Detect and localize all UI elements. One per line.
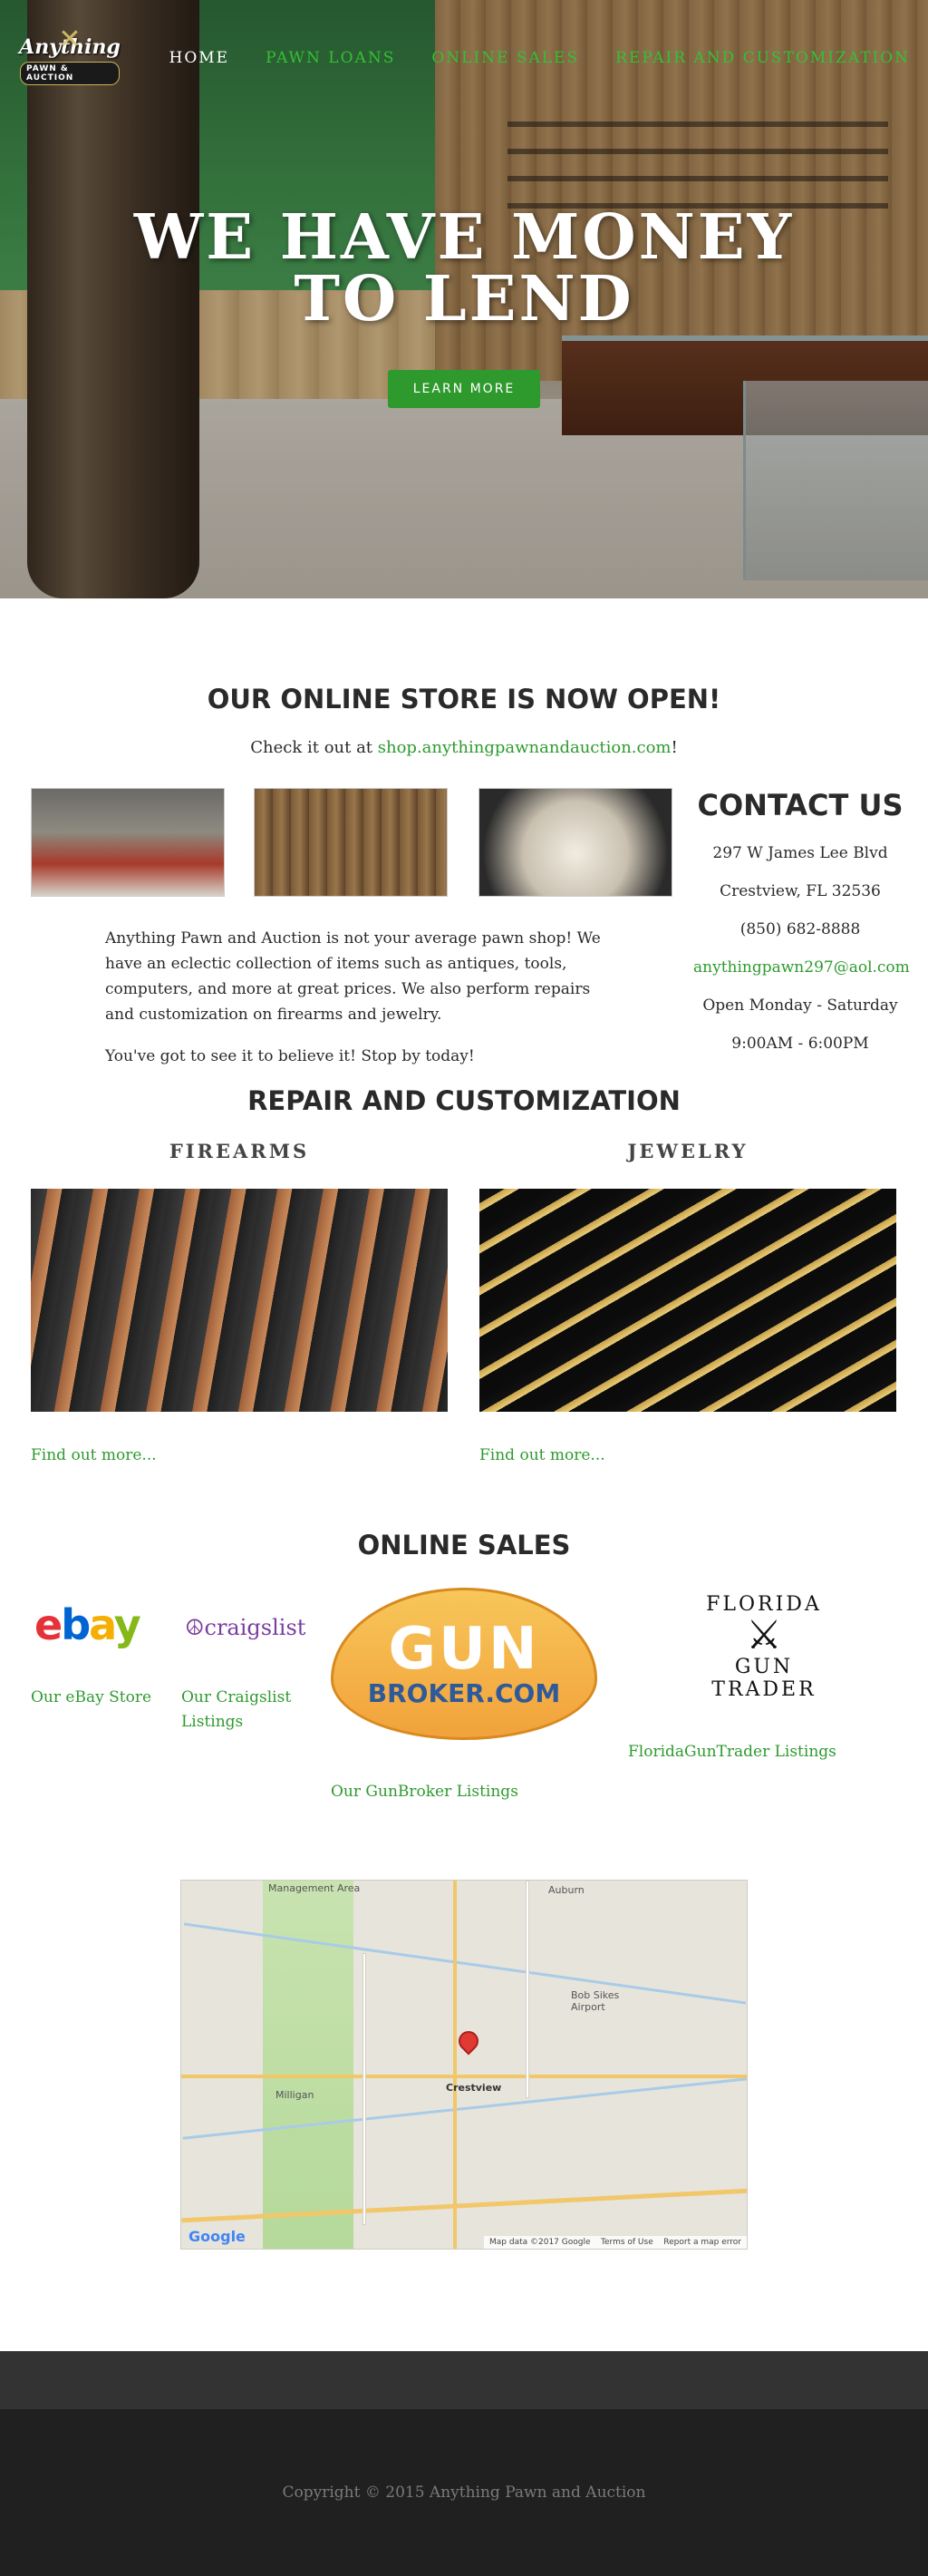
florida-gun-trader-logo[interactable]: FLORIDA ⚔ GUN TRADER (660, 1593, 868, 1701)
crossed-guns-icon: ✕ (58, 24, 82, 55)
contact-email-link[interactable]: anythingpawn297@aol.com (693, 958, 910, 977)
ebay-logo[interactable]: ebay (34, 1600, 141, 1649)
about-section: Anything Pawn and Auction is not your av… (0, 788, 928, 1078)
repair-columns: FIREARMS JEWELRY Find out more... Find o… (0, 1140, 928, 1530)
gunbroker-logo[interactable]: GUN BROKER.COM (331, 1588, 597, 1740)
online-sales-section: ONLINE SALES ebay ☮craigslist GUN BROKER… (0, 1530, 928, 1880)
fl-logo-bottom: TRADER (711, 1678, 817, 1701)
hero-title: WE HAVE MONEY TO LEND (133, 201, 795, 335)
gunbroker-logo-text: GUN (388, 1615, 540, 1683)
craigslist-link[interactable]: Our Craigslist Listings (181, 1686, 317, 1735)
jewelry-image (479, 1189, 896, 1412)
repair-section: REPAIR AND CUSTOMIZATION FIREARMS JEWELR… (0, 1085, 928, 1530)
intro-text: Anything Pawn and Auction is not your av… (105, 926, 604, 1069)
craigslist-logo-text: craigslist (204, 1615, 306, 1640)
contact-address-line1: 297 W James Lee Blvd (712, 844, 888, 862)
hero-banner: ✕ Anything PAWN & AUCTION HOME PAWN LOAN… (0, 0, 928, 598)
hero-content: WE HAVE MONEY TO LEND LEARN MORE (0, 207, 928, 408)
online-store-subtitle: Check it out at shop.anythingpawnandauct… (0, 738, 928, 757)
online-store-prefix: Check it out at (250, 738, 378, 757)
google-logo: Google (188, 2228, 246, 2245)
online-sales-row: ebay ☮craigslist GUN BROKER.COM FLORIDA … (0, 1588, 928, 1880)
contact-hours: 9:00AM - 6:00PM (731, 1035, 869, 1053)
learn-more-button[interactable]: LEARN MORE (387, 370, 541, 408)
logo-subtext: PAWN & AUCTION (20, 61, 120, 85)
map-terms-link[interactable]: Terms of Use (601, 2238, 653, 2247)
site-logo[interactable]: ✕ Anything PAWN & AUCTION (19, 18, 121, 102)
main-nav: HOME PAWN LOANS ONLINE SALES REPAIR AND … (169, 49, 911, 67)
map-label-crestview: Crestview (446, 2082, 502, 2094)
map-label-airport: Bob Sikes Airport (571, 1989, 620, 2013)
firearms-find-out-more-link[interactable]: Find out more... (31, 1446, 157, 1464)
craigslist-logo[interactable]: ☮craigslist (185, 1615, 305, 1640)
nav-item-home[interactable]: HOME (169, 49, 230, 67)
gunbroker-logo-subtext: BROKER.COM (367, 1677, 561, 1708)
copyright-text: Copyright © 2015 Anything Pawn and Aucti… (282, 2484, 646, 2502)
firearms-image (31, 1189, 448, 1412)
fl-logo-mid: GUN (734, 1656, 794, 1678)
contact-title: CONTACT US (697, 788, 904, 822)
jewelry-find-out-more-link[interactable]: Find out more... (479, 1446, 605, 1464)
jewelry-title: JEWELRY (627, 1140, 749, 1162)
nav-item-online-sales[interactable]: ONLINE SALES (431, 49, 579, 67)
map-label-management: Management Area (268, 1882, 361, 1894)
map-label-auburn: Auburn (548, 1884, 585, 1896)
repair-title: REPAIR AND CUSTOMIZATION (247, 1085, 681, 1116)
floridaguntrader-link[interactable]: FloridaGunTrader Listings (628, 1740, 836, 1764)
store-photo-guns (254, 788, 448, 897)
contact-panel: CONTACT US 297 W James Lee Blvd Crestvie… (693, 788, 910, 1053)
intro-paragraph: You've got to see it to believe it! Stop… (105, 1047, 475, 1065)
contact-address-line2: Crestview, FL 32536 (720, 882, 881, 900)
footer: Copyright © 2015 Anything Pawn and Aucti… (0, 2351, 928, 2576)
online-store-suffix: ! (671, 738, 678, 757)
map-road (362, 1953, 366, 2225)
contact-days: Open Monday - Saturday (702, 996, 898, 1015)
map-data-text: Map data ©2017 Google (489, 2238, 591, 2247)
intro-paragraph: Anything Pawn and Auction is not your av… (105, 929, 601, 1024)
store-photo-jewelry (478, 788, 672, 897)
map-highway (453, 1881, 457, 2249)
map-highway (181, 2075, 747, 2078)
firearms-title: FIREARMS (169, 1140, 310, 1162)
peace-icon: ☮ (185, 1615, 205, 1640)
nav-item-pawn-loans[interactable]: PAWN LOANS (266, 49, 395, 67)
footer-bottom-bar: Copyright © 2015 Anything Pawn and Aucti… (0, 2409, 928, 2576)
map-road (526, 1881, 529, 2098)
contact-phone: (850) 682-8888 (740, 920, 861, 938)
online-store-title: OUR ONLINE STORE IS NOW OPEN! (207, 684, 721, 714)
online-store-link[interactable]: shop.anythingpawnandauction.com (378, 738, 672, 757)
map-label-milligan: Milligan (276, 2089, 314, 2101)
gunbroker-link[interactable]: Our GunBroker Listings (331, 1780, 518, 1804)
map-pin-icon[interactable] (454, 2027, 483, 2056)
store-photo-tools (31, 788, 225, 897)
footer-top-bar (0, 2351, 928, 2409)
map-section: Auburn Bob Sikes Airport Milligan Crestv… (0, 1880, 928, 2250)
ebay-store-link[interactable]: Our eBay Store (31, 1686, 151, 1710)
crossed-rifles-icon: ⚔ (746, 1612, 782, 1658)
nav-item-repair[interactable]: REPAIR AND CUSTOMIZATION (615, 49, 910, 67)
online-store-section: OUR ONLINE STORE IS NOW OPEN! Check it o… (0, 598, 928, 757)
map-footer: Map data ©2017 Google Terms of Use Repor… (484, 2236, 747, 2249)
online-sales-title: ONLINE SALES (357, 1530, 571, 1560)
map-report-link[interactable]: Report a map error (663, 2238, 741, 2247)
location-map[interactable]: Auburn Bob Sikes Airport Milligan Crestv… (180, 1880, 748, 2250)
